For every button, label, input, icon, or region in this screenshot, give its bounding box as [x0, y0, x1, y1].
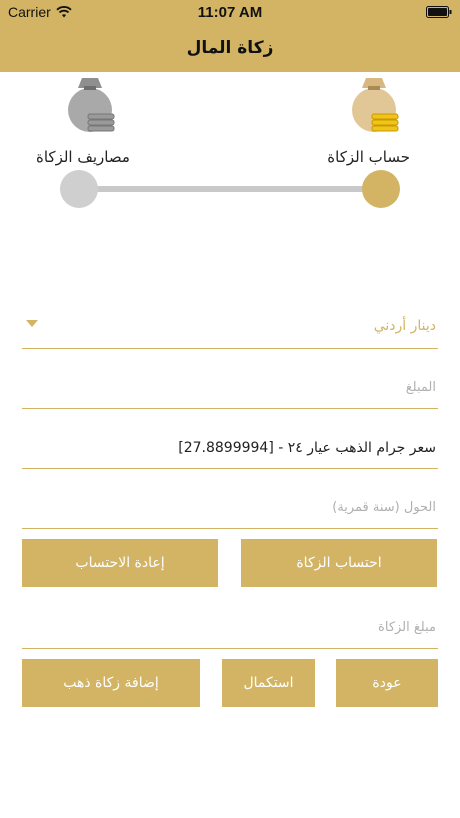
header-bar: Carrier 11:07 AM زكاة المال — [0, 0, 460, 72]
step-label-calculation: حساب الزكاة — [327, 148, 410, 166]
status-bar: Carrier 11:07 AM — [0, 0, 460, 26]
gold-price-field: [27.8899994] - سعر جرام الذهب عيار ٢٤ — [22, 420, 438, 469]
lunar-year-placeholder: الحول (سنة قمرية) — [332, 500, 436, 515]
amount-input[interactable]: المبلغ — [22, 360, 438, 409]
step-dot-calculation[interactable] — [362, 170, 400, 208]
zakat-amount-field[interactable]: مبلغ الزكاة — [22, 600, 438, 649]
amount-placeholder: المبلغ — [405, 380, 436, 395]
money-bag-gray-icon — [68, 78, 115, 132]
status-time: 11:07 AM — [197, 4, 263, 21]
currency-select[interactable]: دينار أردني — [22, 300, 438, 349]
step-label-expenses: مصاريف الزكاة — [36, 148, 130, 166]
step-progress-track — [86, 186, 376, 192]
zakat-amount-placeholder: مبلغ الزكاة — [378, 620, 436, 635]
back-button[interactable]: عودة — [336, 659, 438, 707]
reset-calculation-button[interactable]: إعادة الاحتساب — [22, 539, 218, 587]
chevron-down-icon — [26, 320, 38, 327]
gold-price-value: [27.8899994] - سعر جرام الذهب عيار ٢٤ — [178, 440, 436, 456]
money-bag-gold-icon — [352, 78, 399, 132]
currency-value: دينار أردني — [373, 318, 436, 334]
add-gold-zakat-button[interactable]: إضافة زكاة ذهب — [22, 659, 200, 707]
step-dot-expenses[interactable] — [60, 170, 98, 208]
battery-icon — [426, 6, 452, 18]
complete-button[interactable]: استكمال — [222, 659, 315, 707]
lunar-year-input[interactable]: الحول (سنة قمرية) — [22, 480, 438, 529]
page-title: زكاة المال — [186, 38, 274, 58]
calculate-zakat-button[interactable]: احتساب الزكاة — [241, 539, 437, 587]
